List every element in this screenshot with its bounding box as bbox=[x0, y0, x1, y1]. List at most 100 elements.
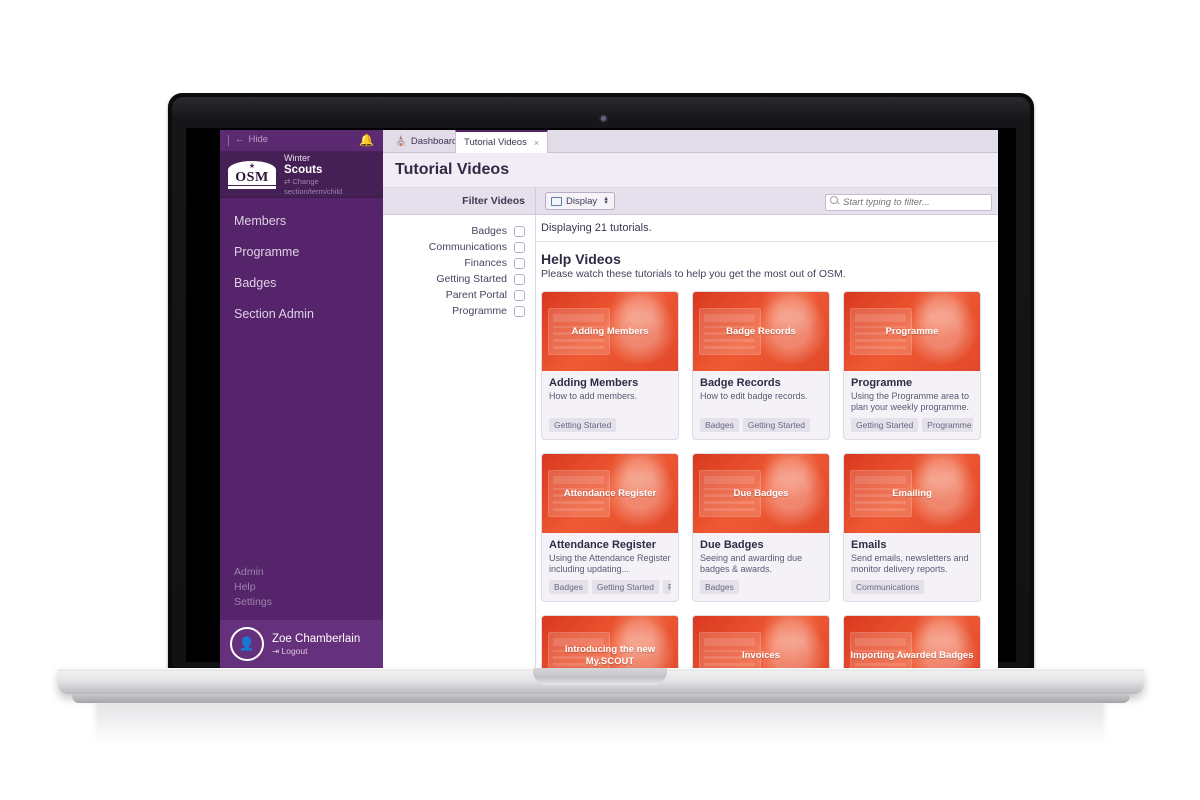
tag[interactable]: Badges bbox=[700, 580, 739, 594]
video-tags: Communications bbox=[851, 580, 973, 594]
video-title: Programme bbox=[851, 377, 913, 389]
checkbox-badges[interactable] bbox=[514, 225, 525, 237]
checkbox-communications[interactable] bbox=[514, 241, 525, 253]
thumbnail-title: Programme bbox=[885, 325, 939, 337]
tab-bar: ⛪ Dashboard Tutorial Videos × bbox=[383, 130, 998, 153]
video-card[interactable]: Programme Programme Using the Programme … bbox=[843, 291, 981, 440]
video-thumbnail[interactable]: Importing Awarded Badges bbox=[844, 616, 980, 668]
toolbar-divider bbox=[535, 188, 536, 214]
tag[interactable]: Programme bbox=[922, 418, 973, 432]
sidebar-item-members[interactable]: Members bbox=[220, 210, 383, 232]
video-card[interactable]: Emailing Emails Send emails, newsletters… bbox=[843, 453, 981, 602]
sidebar-item-settings[interactable]: Settings bbox=[220, 595, 383, 610]
video-description: Using the Attendance Register including … bbox=[549, 553, 671, 574]
results-count: Displaying 21 tutorials. bbox=[536, 215, 998, 242]
tag[interactable]: Getting Started bbox=[742, 418, 811, 432]
logo-word: OSM bbox=[228, 169, 276, 185]
filter-parent-portal[interactable]: Parent Portal bbox=[383, 287, 535, 303]
display-label: Display bbox=[566, 195, 598, 207]
arrow-left-icon: ← bbox=[235, 134, 245, 145]
avatar: 👤 bbox=[230, 627, 264, 661]
checkbox-programme[interactable] bbox=[514, 305, 525, 317]
video-tags: Badges Getting Started bbox=[700, 418, 822, 432]
checkbox-getting-started[interactable] bbox=[514, 273, 525, 285]
tag[interactable]: Programme bbox=[663, 580, 671, 594]
video-tags: Getting Started bbox=[549, 418, 671, 432]
search-input[interactable] bbox=[825, 194, 992, 211]
sidebar-item-help[interactable]: Help bbox=[220, 580, 383, 595]
filter-parent-portal-label: Parent Portal bbox=[445, 289, 507, 301]
video-thumbnail[interactable]: Invoices bbox=[693, 616, 829, 668]
filter-finances[interactable]: Finances bbox=[383, 255, 535, 271]
video-thumbnail[interactable]: Introducing the new My.SCOUT bbox=[542, 616, 678, 668]
screenshot-stage: ← Hide 🔔 ★ OSM Winter Scouts ⇄ Change se… bbox=[0, 0, 1200, 800]
tab-dashboard-label: Dashboard bbox=[410, 135, 458, 147]
content-panel: Displaying 21 tutorials. Help Videos Ple… bbox=[535, 215, 998, 668]
user-info: Zoe Chamberlain ⇥ Logout bbox=[272, 632, 360, 657]
tag[interactable]: Badges bbox=[700, 418, 739, 432]
video-card[interactable]: Due Badges Due Badges Seeing and awardin… bbox=[692, 453, 830, 602]
video-card[interactable]: Importing Awarded Badges bbox=[843, 615, 981, 668]
close-icon[interactable]: × bbox=[534, 138, 539, 148]
checkbox-finances[interactable] bbox=[514, 257, 525, 269]
search-box bbox=[825, 192, 992, 211]
video-card[interactable]: Invoices bbox=[692, 615, 830, 668]
bell-icon[interactable]: 🔔 bbox=[359, 133, 374, 147]
video-description: Seeing and awarding due badges & awards. bbox=[700, 553, 803, 574]
sidebar-item-section-admin[interactable]: Section Admin bbox=[220, 303, 383, 325]
video-card[interactable]: Introducing the new My.SCOUT bbox=[541, 615, 679, 668]
video-description: How to add members. bbox=[549, 391, 638, 401]
change-section-label: Change section/term/child bbox=[284, 176, 343, 196]
checkbox-parent-portal[interactable] bbox=[514, 289, 525, 301]
video-description: Using the Programme area to plan your we… bbox=[851, 391, 970, 412]
video-thumbnail[interactable]: Adding Members bbox=[542, 292, 678, 371]
section-term: Winter bbox=[284, 152, 311, 163]
hide-sidebar-button[interactable]: ← Hide bbox=[228, 133, 268, 147]
user-bar[interactable]: 👤 Zoe Chamberlain ⇥ Logout bbox=[220, 620, 393, 668]
filter-panel: Badges Communications Finances Getting S… bbox=[383, 215, 535, 668]
tag[interactable]: Getting Started bbox=[549, 418, 617, 432]
webcam-icon bbox=[601, 116, 606, 121]
tag[interactable]: Getting Started bbox=[591, 580, 660, 594]
sidebar-nav: Members Programme Badges Section Admin bbox=[220, 198, 383, 325]
filter-getting-started[interactable]: Getting Started bbox=[383, 271, 535, 287]
video-thumbnail[interactable]: Emailing bbox=[844, 454, 980, 533]
video-card[interactable]: Badge Records Badge Records How to edit … bbox=[692, 291, 830, 440]
video-thumbnail[interactable]: Due Badges bbox=[693, 454, 829, 533]
switch-icon: ⇄ bbox=[284, 176, 291, 186]
change-section-link[interactable]: ⇄ Change section/term/child bbox=[284, 177, 375, 197]
video-tags: Getting Started Programme bbox=[851, 418, 973, 432]
logo-banner: ★ bbox=[228, 160, 276, 170]
video-card[interactable]: Adding Members Adding Members How to add… bbox=[541, 291, 679, 440]
filter-programme[interactable]: Programme bbox=[383, 303, 535, 319]
osm-logo: ★ OSM bbox=[228, 160, 276, 189]
filter-getting-started-label: Getting Started bbox=[436, 273, 507, 285]
display-dropdown[interactable]: Display ▲ ▼ bbox=[545, 192, 616, 210]
tab-dashboard[interactable]: ⛪ Dashboard bbox=[387, 130, 465, 152]
video-card-body: Adding Members How to add members. Getti… bbox=[542, 371, 678, 439]
video-thumbnail[interactable]: Programme bbox=[844, 292, 980, 371]
video-card[interactable]: Attendance Register Attendance Register … bbox=[541, 453, 679, 602]
filter-badges-label: Badges bbox=[471, 225, 507, 237]
filter-badges[interactable]: Badges bbox=[383, 223, 535, 239]
tag[interactable]: Communications bbox=[851, 580, 925, 594]
sidebar-item-admin[interactable]: Admin bbox=[220, 565, 383, 580]
thumbnail-title: Emailing bbox=[892, 487, 932, 499]
sidebar-item-badges[interactable]: Badges bbox=[220, 272, 383, 294]
filter-communications[interactable]: Communications bbox=[383, 239, 535, 255]
video-title: Emails bbox=[851, 539, 887, 551]
video-title: Adding Members bbox=[549, 377, 639, 389]
video-thumbnail[interactable]: Attendance Register bbox=[542, 454, 678, 533]
hide-label: Hide bbox=[248, 134, 269, 145]
brand-block[interactable]: ★ OSM Winter Scouts ⇄ Change section/ter… bbox=[220, 152, 383, 198]
logout-button[interactable]: ⇥ Logout bbox=[272, 646, 360, 657]
thumbnail-title: Importing Awarded Badges bbox=[850, 649, 974, 661]
tab-tutorial-videos[interactable]: Tutorial Videos × bbox=[455, 130, 549, 153]
sidebar-item-programme[interactable]: Programme bbox=[220, 241, 383, 263]
search-icon bbox=[830, 196, 838, 204]
tag[interactable]: Badges bbox=[549, 580, 588, 594]
video-card-body: Due Badges Seeing and awarding due badge… bbox=[693, 533, 829, 601]
video-thumbnail[interactable]: Badge Records bbox=[693, 292, 829, 371]
tag[interactable]: Getting Started bbox=[851, 418, 919, 432]
thumbnail-title: Adding Members bbox=[571, 325, 649, 337]
